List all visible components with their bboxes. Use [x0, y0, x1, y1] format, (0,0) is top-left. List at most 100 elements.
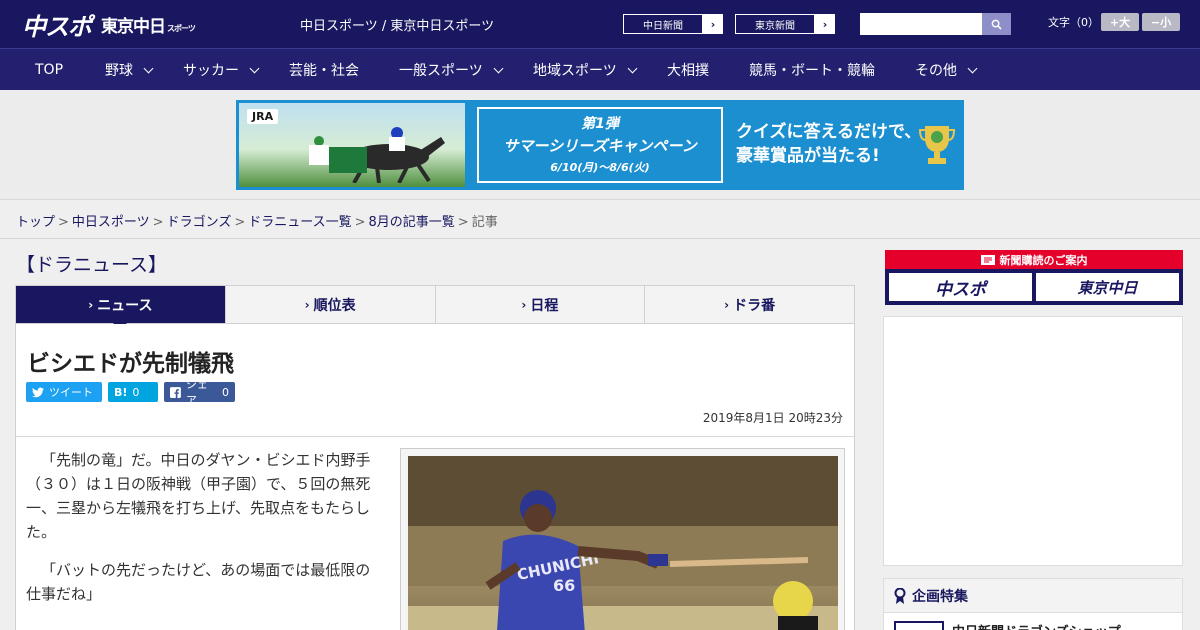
article-body: 「先制の竜」だ。中日のダヤン・ビシエド内野手（３０）は１日の阪神戦（甲子園）で、… [26, 448, 382, 620]
breadcrumb-dragons-news-list[interactable]: ドラニュース一覧 [248, 215, 351, 230]
breadcrumb-current: 記事 [471, 215, 498, 230]
font-smaller-button[interactable]: −小 [1142, 13, 1180, 31]
chevron-right-icon: › [88, 297, 94, 312]
nav-item-general-sports[interactable]: 一般スポーツ [399, 49, 504, 91]
chevron-down-icon [627, 63, 638, 73]
hatena-count: 0 [132, 385, 140, 399]
breadcrumb-separator: > [152, 215, 164, 230]
nav-item-top[interactable]: TOP [35, 49, 63, 91]
batter-illustration: CHUNICHI 66 [408, 456, 838, 630]
horse-illustration [309, 127, 445, 183]
nav-item-other[interactable]: その他 [915, 49, 978, 91]
nav-item-label: 野球 [105, 63, 133, 79]
tab-label: 日程 [530, 297, 559, 314]
nav-item-soccer[interactable]: サッカー [183, 49, 260, 91]
breadcrumb-separator: > [457, 215, 469, 230]
chevron-right-icon: › [724, 297, 730, 312]
breadcrumb: トップ > 中日スポーツ > ドラゴンズ > ドラニュース一覧 >8月の記事一覧 > 記事 [16, 211, 498, 230]
chevron-right-icon: › [521, 297, 527, 312]
feature-item-link[interactable]: 中日新聞ドラゴンズショップ [952, 621, 1121, 630]
chevron-down-icon [493, 63, 504, 73]
jra-logo: JRA [247, 109, 279, 124]
horse-racing-photo: JRA [239, 103, 465, 187]
nav-item-label: 芸能・社会 [289, 63, 359, 79]
breadcrumb-top[interactable]: トップ [16, 215, 55, 230]
logo-sub-small: スポーツ [167, 23, 196, 33]
tweet-button[interactable]: ツイート [26, 382, 102, 402]
site-logo[interactable]: 中スポ 東京中日 スポーツ [22, 7, 196, 41]
logo-sub-text: 東京中日 [101, 16, 166, 37]
chevron-down-icon [967, 63, 978, 73]
main-nav: TOP 野球 サッカー 芸能・社会 一般スポーツ 地域スポーツ 大相撲 競馬・ボ… [0, 48, 1200, 90]
campaign-box: 第1弾 サマーシリーズキャンペーン 6/10(月)～8/6(火) [477, 107, 723, 183]
tweet-label: ツイート [49, 386, 93, 399]
nav-item-sumo[interactable]: 大相撲 [667, 49, 709, 91]
tab-label: ドラ番 [733, 297, 776, 314]
newspaper-icon [980, 254, 995, 265]
tab-label: 順位表 [313, 297, 356, 314]
nav-item-local-sports[interactable]: 地域スポーツ [533, 49, 638, 91]
search-button[interactable] [982, 13, 1011, 35]
nav-item-label: 競馬・ボート・競輪 [749, 63, 875, 79]
tab-label: ニュース [97, 297, 153, 314]
divider [0, 238, 1200, 239]
chevron-right-icon: › [710, 17, 716, 31]
breadcrumb-august-list[interactable]: 8月の記事一覧 [369, 215, 455, 230]
article-date: 2019年8月1日 20時23分 [702, 411, 843, 425]
subscription-title: 新聞購読のご案内 [999, 253, 1088, 267]
nav-item-racing[interactable]: 競馬・ボート・競輪 [749, 49, 875, 91]
facebook-share-label: シェア [185, 378, 208, 407]
facebook-icon [170, 386, 181, 398]
tab-standings[interactable]: › 順位表 [226, 286, 436, 323]
article-photo[interactable]: CHUNICHI 66 [400, 448, 845, 630]
feature-header: 企画特集 [884, 579, 1182, 613]
article-headline: ビシエドが先制犠飛 [27, 351, 234, 377]
breadcrumb-chunichi-sports[interactable]: 中日スポーツ [72, 215, 150, 230]
quiz-text: クイズに答えるだけで、 豪華賞品が当たる! [736, 120, 921, 168]
trophy-icon [918, 126, 956, 164]
subscription-header: 新聞購読のご案内 [885, 250, 1183, 269]
facebook-share-button[interactable]: シェア 0 [164, 378, 235, 407]
nav-item-entertainment[interactable]: 芸能・社会 [289, 49, 359, 91]
tab-schedule[interactable]: › 日程 [436, 286, 646, 323]
campaign-phase: 第1弾 [581, 116, 619, 132]
shop-thumbnail[interactable] [894, 621, 944, 630]
subscription-box: 新聞購読のご案内 中スポ 東京中日 [885, 250, 1183, 305]
chevron-down-icon [143, 63, 154, 73]
chevron-right-icon: › [822, 17, 828, 31]
search-input[interactable] [860, 13, 982, 35]
subscribe-tokyo-chunichi-button[interactable]: 東京中日 [1036, 273, 1179, 301]
batter-photo: CHUNICHI 66 [408, 456, 838, 630]
site-title: 中日スポーツ / 東京中日スポーツ [300, 19, 495, 34]
feature-section: 企画特集 中日新聞ドラゴンズショップ [883, 578, 1183, 630]
nav-item-label: TOP [35, 62, 64, 78]
search-icon [991, 19, 1002, 30]
subscribe-chuspo-button[interactable]: 中スポ [889, 273, 1032, 301]
chunichi-shimbun-link[interactable]: 中日新聞 › [622, 13, 724, 35]
font-size-label: 文字（0） [1048, 16, 1099, 29]
tab-news[interactable]: › ニュース [16, 286, 226, 330]
quiz-line-1: クイズに答えるだけで、 [736, 122, 922, 142]
site-header: 中スポ 東京中日 スポーツ 中日スポーツ / 東京中日スポーツ 中日新聞 › 東京… [0, 0, 1200, 48]
uniform-number: 66 [553, 576, 575, 595]
section-heading: 【ドラニュース】 [16, 254, 168, 276]
tab-dora-ban[interactable]: › ドラ番 [645, 286, 854, 323]
sidebar-ad[interactable] [883, 316, 1183, 566]
dragons-tabs: › ニュース › 順位表 › 日程 › ドラ番 [15, 285, 855, 330]
jra-campaign-banner[interactable]: JRA 第1弾 サマーシリーズキャンペーン 6/10(月)～8/6(火) クイズ… [236, 100, 964, 190]
article-paragraph: 「先制の竜」だ。中日のダヤン・ビシエド内野手（３０）は１日の阪神戦（甲子園）で、… [26, 451, 371, 541]
nav-item-label: その他 [915, 63, 957, 79]
hatena-icon: B! [114, 385, 128, 399]
font-larger-button[interactable]: +大 [1101, 13, 1139, 31]
chevron-right-icon: › [304, 297, 310, 312]
nav-item-baseball[interactable]: 野球 [105, 49, 154, 91]
tokyo-shimbun-link[interactable]: 東京新聞 › [734, 13, 836, 35]
breadcrumb-separator: > [58, 215, 69, 230]
hatena-bookmark-button[interactable]: B! 0 [108, 382, 158, 402]
breadcrumb-dragons[interactable]: ドラゴンズ [167, 215, 232, 230]
nav-item-label: 地域スポーツ [533, 63, 617, 79]
facebook-share-count: 0 [222, 385, 229, 399]
nav-item-label: 大相撲 [667, 63, 709, 79]
ad-banner-area: JRA 第1弾 サマーシリーズキャンペーン 6/10(月)～8/6(火) クイズ… [0, 90, 1200, 200]
ribbon-icon [894, 587, 906, 604]
